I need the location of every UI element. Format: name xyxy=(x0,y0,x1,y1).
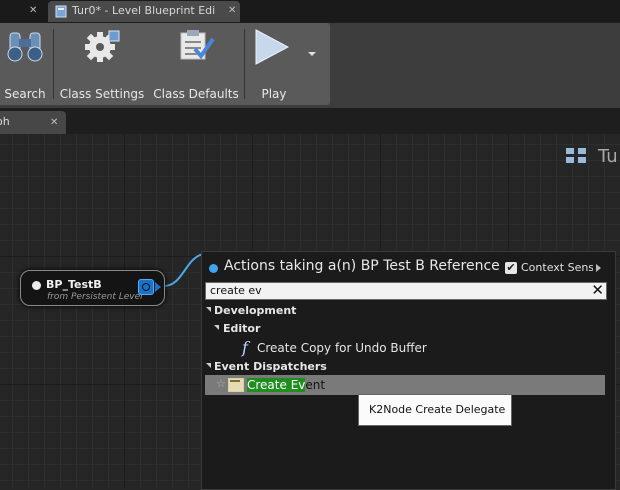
search-match-highlight: Create Ev xyxy=(247,378,306,392)
create-event-label: Create Event xyxy=(247,378,325,392)
window-tab-bar: ✕ Tur0* - Level Blueprint Edi ✕ xyxy=(0,0,620,22)
actions-menu-title: Actions taking a(n) BP Test B Reference xyxy=(224,258,500,274)
category-event-dispatchers[interactable]: Event Dispatchers xyxy=(214,360,327,373)
collapse-triangle-icon[interactable] xyxy=(206,307,211,312)
graph-watermark: Tu xyxy=(598,146,618,167)
blueprint-icon xyxy=(55,5,67,18)
toolbar-divider xyxy=(53,29,54,99)
play-icon xyxy=(255,29,290,65)
pin-arrow-icon xyxy=(155,282,161,292)
search-label: Search xyxy=(4,87,46,101)
binoculars-icon xyxy=(7,32,43,62)
close-tab-icon[interactable]: ✕ xyxy=(50,118,58,128)
tooltip: K2Node Create Delegate xyxy=(358,394,512,426)
toolbar-button-group: Search Class Settings Class Defaults Pla… xyxy=(0,23,330,105)
node-subtitle: from Persistent Level xyxy=(47,292,143,302)
function-icon: f xyxy=(242,338,248,357)
graph-tab-label: oh xyxy=(0,115,10,128)
graph-tab-bar xyxy=(0,108,620,134)
favorite-star-icon[interactable]: ☆ xyxy=(216,377,226,390)
chevron-down-icon xyxy=(308,52,316,56)
tab-title: Tur0* - Level Blueprint Edi xyxy=(72,4,216,17)
toolbar-divider xyxy=(244,29,245,99)
node-title: BP_TestB xyxy=(46,278,102,291)
category-development[interactable]: Development xyxy=(214,304,296,317)
play-label: Play xyxy=(261,87,287,101)
clipboard-check-icon xyxy=(180,30,215,60)
collapse-triangle-icon[interactable] xyxy=(206,363,211,368)
tab-level-blueprint[interactable]: Tur0* - Level Blueprint Edi ✕ xyxy=(48,1,240,22)
context-sensitive-label[interactable]: Context Sensitive xyxy=(521,261,593,274)
class-defaults-button[interactable]: Class Defaults xyxy=(152,23,240,105)
search-input[interactable]: create ev ✕ xyxy=(205,281,607,300)
search-input-value: create ev xyxy=(210,284,262,297)
action-create-copy-for-undo-buffer[interactable]: Create Copy for Undo Buffer xyxy=(257,341,427,355)
create-event-label-rest: ent xyxy=(305,378,326,392)
play-button[interactable]: Play xyxy=(248,23,300,105)
category-editor[interactable]: Editor xyxy=(223,322,260,335)
class-defaults-label: Class Defaults xyxy=(153,87,239,101)
close-tab-icon[interactable]: ✕ xyxy=(228,6,236,16)
collapse-triangle-icon[interactable] xyxy=(214,325,219,330)
expand-arrow-icon[interactable] xyxy=(596,264,601,272)
tooltip-text: K2Node Create Delegate xyxy=(369,403,506,416)
action-create-event[interactable]: ☆ Create Event xyxy=(205,375,605,395)
close-tab-icon[interactable]: ✕ xyxy=(29,6,37,16)
reference-dot-icon xyxy=(209,264,218,273)
class-settings-button[interactable]: Class Settings xyxy=(56,23,148,105)
event-icon-bar xyxy=(230,380,240,382)
class-settings-label: Class Settings xyxy=(59,87,145,101)
actions-menu: Actions taking a(n) BP Test B Reference … xyxy=(201,251,616,490)
search-button[interactable]: Search xyxy=(0,23,50,105)
output-pin[interactable] xyxy=(138,279,154,295)
gear-icon xyxy=(85,30,120,62)
bp-testb-reference-node[interactable]: BP_TestB from Persistent Level xyxy=(20,270,165,306)
play-options-dropdown[interactable] xyxy=(300,23,326,105)
blueprint-graph-icon xyxy=(566,148,586,163)
context-sensitive-checkbox[interactable]: ✔ xyxy=(505,262,517,274)
clear-search-icon[interactable]: ✕ xyxy=(591,281,604,299)
node-circle-icon xyxy=(32,281,41,290)
tab-event-graph[interactable]: oh ✕ xyxy=(0,111,66,134)
